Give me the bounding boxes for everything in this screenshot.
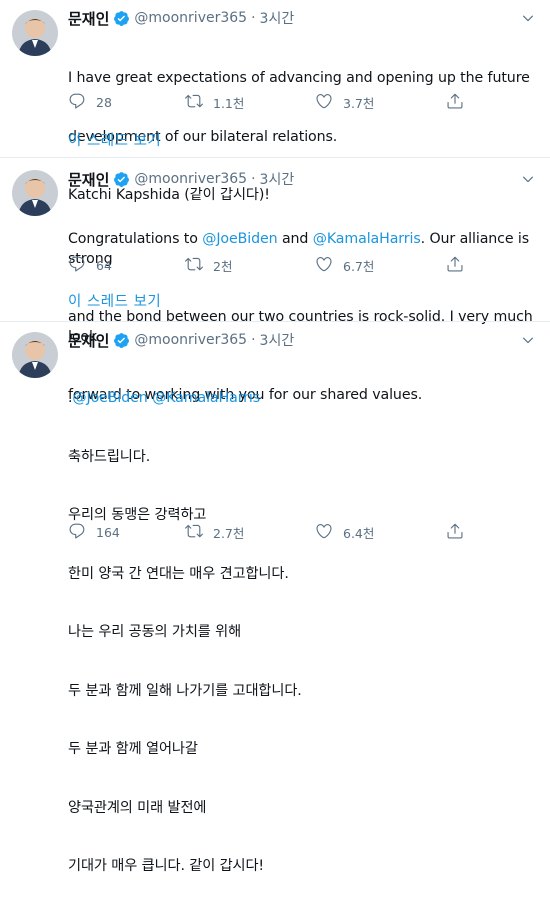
share-button[interactable] <box>446 92 474 112</box>
author-handle[interactable]: @moonriver365 <box>134 171 247 187</box>
retweet-icon <box>185 92 213 113</box>
author-name[interactable]: 문재인 <box>68 330 109 351</box>
separator: · <box>251 171 256 187</box>
share-icon <box>446 255 474 276</box>
tweet-text-line: I have great expectations of advancing a… <box>68 70 530 86</box>
timestamp[interactable]: 3시간 <box>260 169 295 189</box>
caret-down-icon[interactable] <box>518 330 538 350</box>
reply-count: 64 <box>96 257 112 273</box>
tweet-text-line: 두 분과 함께 열어나갈 <box>68 741 198 757</box>
author-name[interactable]: 문재인 <box>68 8 109 29</box>
text-segment: Congratulations to <box>68 231 203 247</box>
tweet-text-line: 나는 우리 공동의 가치를 위해 <box>68 624 242 640</box>
tweet-text-line: .@JoeBiden @KamalaHarris <box>68 389 538 409</box>
reply-button[interactable]: 64 <box>68 255 112 275</box>
timestamp[interactable]: 3시간 <box>260 8 295 28</box>
text-segment: and <box>277 231 313 247</box>
show-thread-link[interactable]: 이 스레드 보기 <box>68 290 161 311</box>
tweet-3[interactable]: 문재인 @moonriver365 · 3시간 .@JoeBiden @Kama… <box>0 322 550 874</box>
mention-link[interactable]: @KamalaHarris <box>313 231 421 247</box>
tweet-text-line: 기대가 매우 큽니다. 같이 갑시다! <box>68 858 265 874</box>
author-name[interactable]: 문재인 <box>68 169 109 190</box>
like-icon <box>315 522 343 543</box>
share-icon <box>446 522 474 543</box>
show-thread-link[interactable]: 이 스레드 보기 <box>68 129 161 150</box>
author-handle[interactable]: @moonriver365 <box>134 332 247 348</box>
tweet-actions: 64 2천 6.7천 <box>68 255 468 275</box>
like-count: 6.4천 <box>343 525 375 541</box>
tweet-header: 문재인 @moonriver365 · 3시간 <box>68 8 294 28</box>
author-handle[interactable]: @moonriver365 <box>134 10 247 26</box>
caret-down-icon[interactable] <box>518 169 538 189</box>
reply-icon <box>68 255 96 276</box>
mention-link[interactable]: @JoeBiden <box>72 390 147 406</box>
like-count: 3.7천 <box>343 95 375 111</box>
mention-link[interactable]: @KamalaHarris <box>152 390 260 406</box>
tweet-1[interactable]: 문재인 @moonriver365 · 3시간 I have great exp… <box>0 0 550 203</box>
verified-badge-icon <box>113 10 130 27</box>
like-button[interactable]: 6.4천 <box>315 522 374 542</box>
reply-icon <box>68 522 96 543</box>
verified-badge-icon <box>113 332 130 349</box>
reply-count: 164 <box>96 524 120 540</box>
tweet-text-line: 한미 양국 간 연대는 매우 견고합니다. <box>68 565 289 582</box>
retweet-icon <box>185 522 213 543</box>
caret-down-icon[interactable] <box>518 8 538 28</box>
tweet-actions: 28 1.1천 3.7천 <box>68 92 468 112</box>
verified-badge-icon <box>113 171 130 188</box>
timestamp[interactable]: 3시간 <box>260 330 295 350</box>
tweet-text: .@JoeBiden @KamalaHarris 축하드립니다. 우리의 동맹은… <box>68 350 538 916</box>
tweet-text-line: 두 분과 함께 일해 나가기를 고대합니다. <box>68 682 302 699</box>
retweet-button[interactable]: 1.1천 <box>185 92 244 112</box>
tweet-text-line: 축하드립니다. <box>68 448 151 465</box>
like-icon <box>315 255 343 276</box>
like-button[interactable]: 3.7천 <box>315 92 374 112</box>
share-icon <box>446 92 474 113</box>
retweet-count: 2.7천 <box>213 525 245 541</box>
separator: · <box>251 10 256 26</box>
tweet-header: 문재인 @moonriver365 · 3시간 <box>68 169 294 189</box>
separator: · <box>251 332 256 348</box>
like-button[interactable]: 6.7천 <box>315 255 374 275</box>
retweet-count: 1.1천 <box>213 95 245 111</box>
tweet-text-line: 양국관계의 미래 발전에 <box>68 799 207 816</box>
tweet-2[interactable]: 문재인 @moonriver365 · 3시간 Congratulations … <box>0 158 550 403</box>
like-icon <box>315 92 343 113</box>
share-button[interactable] <box>446 522 474 542</box>
avatar[interactable] <box>12 170 58 216</box>
mention-link[interactable]: @JoeBiden <box>202 231 277 247</box>
retweet-button[interactable]: 2.7천 <box>185 522 244 542</box>
avatar[interactable] <box>12 332 58 378</box>
reply-button[interactable]: 28 <box>68 92 112 112</box>
like-count: 6.7천 <box>343 258 375 274</box>
reply-button[interactable]: 164 <box>68 522 120 542</box>
tweet-actions: 164 2.7천 6.4천 <box>68 522 468 542</box>
reply-count: 28 <box>96 94 112 110</box>
retweet-count: 2천 <box>213 258 233 274</box>
reply-icon <box>68 92 96 113</box>
tweet-header: 문재인 @moonriver365 · 3시간 <box>68 330 294 350</box>
share-button[interactable] <box>446 255 474 275</box>
retweet-button[interactable]: 2천 <box>185 255 232 275</box>
retweet-icon <box>185 255 213 276</box>
avatar[interactable] <box>12 10 58 56</box>
